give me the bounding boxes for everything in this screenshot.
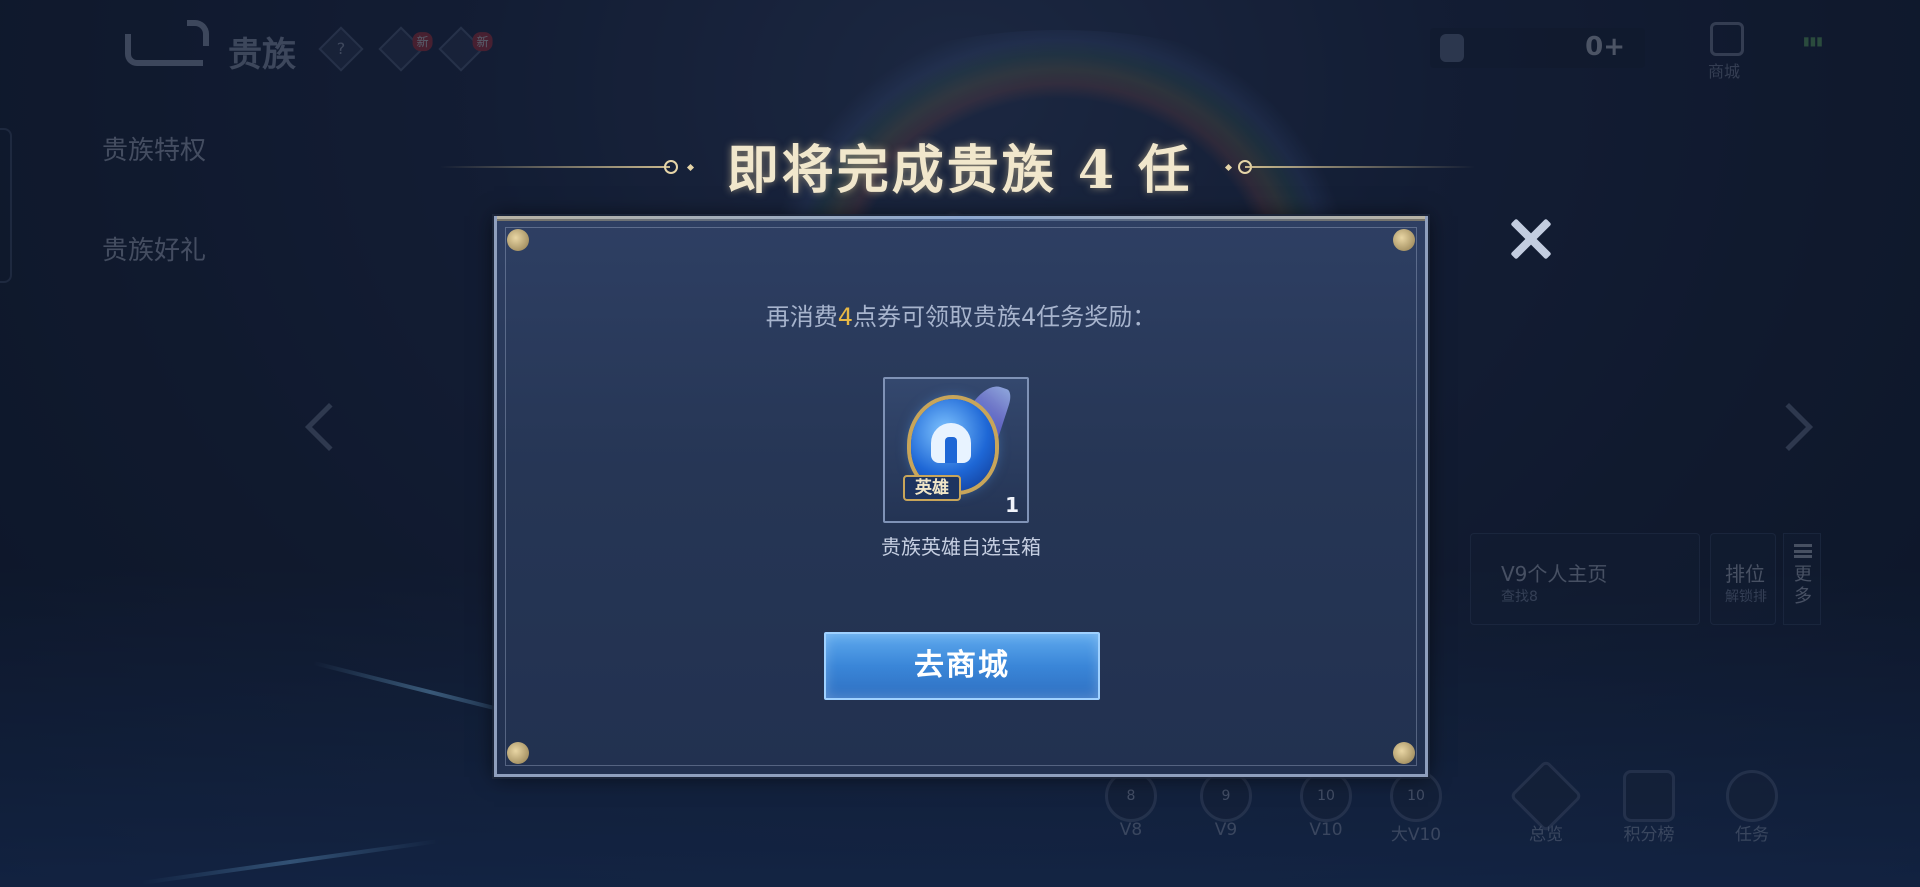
dialog-frame-sparkle [497,216,1425,221]
close-icon[interactable] [1506,214,1556,264]
title-ornament [1224,163,1233,172]
reward-count: 1 [1005,493,1019,517]
reward-name: 贵族英雄自选宝箱 [881,535,1041,559]
task-dialog: 再消费4点券可领取贵族4任务奖励： 英雄 1 贵族英雄自选宝箱 去商城 [494,216,1428,777]
go-to-shop-button[interactable]: 去商城 [824,632,1100,700]
title-divider [440,166,670,168]
frame-corner [1393,229,1415,251]
highlight-amount: 4 [837,303,853,331]
reward-item[interactable]: 英雄 1 [883,377,1029,523]
helmet-icon [931,423,971,463]
hero-tag: 英雄 [903,475,961,501]
frame-corner [507,742,529,764]
title-ornament [664,160,678,174]
dialog-description: 再消费4点券可领取贵族4任务奖励： [765,303,1157,331]
title-divider [1245,166,1475,168]
frame-corner [507,229,529,251]
dialog-title-bar: 即将完成贵族 4 任务 [0,128,1920,276]
title-ornament [686,163,695,172]
frame-corner [1393,742,1415,764]
